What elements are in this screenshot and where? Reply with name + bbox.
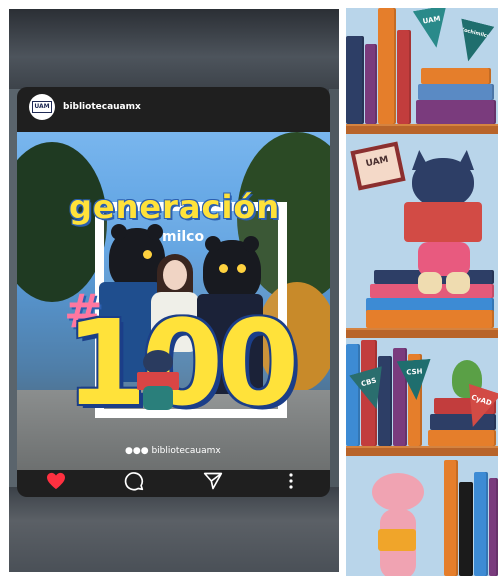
post-header: UAM bibliotecauamx [17,87,330,127]
shelf [346,446,498,456]
cat-reading-illustration [404,150,482,298]
book [428,430,496,446]
hanging-sign: UAM [350,141,406,191]
book [418,84,494,100]
book [474,472,488,576]
sign-text: UAM [364,154,390,170]
post-image[interactable]: milco generación # 100 ●●● bibliotecauam… [17,132,330,470]
social-icons: ●●● [125,446,149,456]
book [378,8,396,124]
pennant-xochimilco: Xochimilco [452,18,495,65]
book [444,460,458,576]
post-watermark: ●●● bibliotecauamx [125,446,221,456]
book [489,478,498,576]
book [416,100,496,124]
blurred-background-bottom [9,487,339,572]
post-username[interactable]: bibliotecauamx [63,102,141,112]
more-icon[interactable] [279,469,303,493]
blurred-background-right [329,89,339,487]
book [459,482,473,576]
frame-text: milco [162,229,205,245]
like-icon[interactable] [44,469,68,493]
post-actions [17,465,330,497]
shelf [346,124,498,134]
share-icon[interactable] [201,469,225,493]
watermark-text: bibliotecauamx [151,446,221,456]
headline-text: generación [69,188,281,226]
shelf [346,328,498,338]
mascot-right-head [203,236,261,302]
pennant-uam: UAM [413,8,453,51]
avatar-logo: UAM [32,101,52,113]
avatar[interactable]: UAM [29,94,55,120]
blurred-background-top [9,9,339,89]
axolotl-illustration [368,473,428,576]
person-face [163,260,187,290]
bookshelf-illustration: UAM Xochimilco UAM CBS CSH CyAD [346,8,498,576]
post-card: UAM bibliotecauamx milco generación # 10… [17,87,330,497]
book [365,44,377,124]
instagram-post-screenshot: UAM bibliotecauamx milco generación # 10… [9,9,339,572]
comment-icon[interactable] [122,469,146,493]
book [346,344,360,446]
book [366,310,494,328]
book [346,36,364,124]
reading-cat-mascot [135,350,181,414]
book [430,414,496,430]
book [421,68,491,84]
book [397,30,411,124]
